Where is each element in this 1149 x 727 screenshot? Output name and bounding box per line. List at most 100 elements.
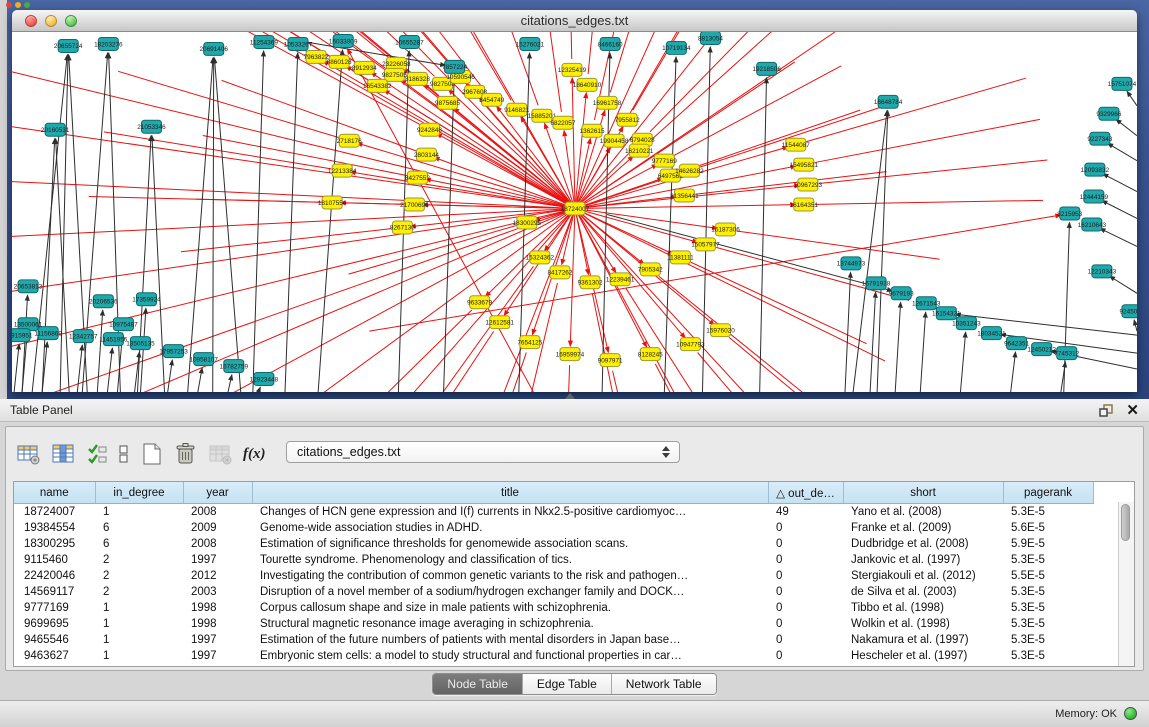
column-header-0[interactable]: name bbox=[14, 482, 95, 504]
app-minimize-button[interactable] bbox=[15, 2, 21, 8]
table-row[interactable]: 969969511998Structural magnetic resonanc… bbox=[14, 616, 1093, 632]
graph-node-label: 8417262 bbox=[547, 270, 572, 277]
graph-edge bbox=[228, 375, 232, 392]
table-row[interactable]: 1830029562008Estimation of significance … bbox=[14, 536, 1093, 552]
graph-node-label: 12612581 bbox=[485, 320, 514, 327]
graph-edge bbox=[42, 139, 55, 392]
graph-node-label: 8186328 bbox=[405, 76, 430, 83]
select-columns-icon[interactable] bbox=[51, 440, 77, 468]
tab-edge-table[interactable]: Edge Table bbox=[523, 674, 612, 694]
graph-edge bbox=[700, 106, 886, 168]
graph-edge bbox=[52, 209, 575, 392]
table-cell: 5.3E-5 bbox=[1003, 552, 1093, 568]
function-builder-icon[interactable]: f(x) bbox=[243, 440, 266, 468]
column-header-3[interactable]: title bbox=[252, 482, 768, 504]
graph-node-label: 20206536 bbox=[89, 299, 118, 306]
graph-node-label: 20655724 bbox=[54, 43, 83, 50]
column-header-5[interactable]: short bbox=[843, 482, 1003, 504]
table-cell: 1 bbox=[95, 632, 183, 648]
table-cell: 6 bbox=[95, 536, 183, 552]
table-row[interactable]: 977716911998Corpus callosum shape and si… bbox=[14, 600, 1093, 616]
table-row[interactable]: 1456911722003Disruption of a novel membe… bbox=[14, 584, 1093, 600]
memory-status-indicator[interactable] bbox=[1124, 707, 1137, 720]
select-stepper-icon bbox=[662, 445, 671, 459]
graph-node-label: 13505135 bbox=[126, 340, 155, 347]
graph-edge bbox=[570, 209, 575, 347]
splitter-handle[interactable] bbox=[565, 393, 575, 399]
import-table-icon[interactable] bbox=[208, 440, 234, 468]
graph-node-label: 15751074 bbox=[1108, 81, 1137, 88]
citation-network-graph[interactable]: 1872400779638228860128891293423226058982… bbox=[12, 32, 1137, 392]
graph-node-label: 18724007 bbox=[561, 206, 590, 213]
table-cell: 5.3E-5 bbox=[1003, 616, 1093, 632]
table-row[interactable]: 2242004622012Investigating the contribut… bbox=[14, 568, 1093, 584]
table-row[interactable]: 1872400712008Changes of HCN gene express… bbox=[14, 504, 1093, 521]
scrollbar-thumb[interactable] bbox=[1121, 504, 1130, 541]
table-cell: 2008 bbox=[183, 504, 252, 521]
graph-node-label: 16543382 bbox=[363, 83, 392, 90]
network-view-window: citations_edges.txt 18724007796382288601… bbox=[12, 10, 1137, 392]
table-cell: 0 bbox=[768, 600, 843, 616]
graph-edge bbox=[575, 32, 714, 209]
graph-node-label: 14626282 bbox=[675, 168, 704, 175]
graph-node-label: 16959974 bbox=[556, 351, 585, 358]
table-cell: Investigating the contribution of common… bbox=[252, 568, 768, 584]
network-window-titlebar[interactable]: citations_edges.txt bbox=[12, 10, 1137, 32]
graph-edge bbox=[1103, 174, 1137, 192]
table-cell: 0 bbox=[768, 584, 843, 600]
app-close-button[interactable] bbox=[6, 2, 12, 8]
graph-node-label: 9679193 bbox=[889, 291, 914, 298]
graph-node-label: 16154321 bbox=[932, 311, 961, 318]
table-cell: Wolkin et al. (1998) bbox=[843, 616, 1003, 632]
node-attribute-table: namein_degreeyeartitle△ out_de…shortpage… bbox=[14, 482, 1094, 664]
table-cell: Genome-wide association studies in ADHD. bbox=[252, 520, 768, 536]
column-visibility-icon[interactable] bbox=[86, 440, 108, 468]
tab-node-table[interactable]: Node Table bbox=[433, 674, 523, 694]
table-row[interactable]: 1938455462009Genome-wide association stu… bbox=[14, 520, 1093, 536]
app-zoom-button[interactable] bbox=[24, 2, 30, 8]
table-row[interactable]: 911546021997Tourette syndrome. Phenomeno… bbox=[14, 552, 1093, 568]
graph-node-label: 8466160 bbox=[598, 41, 623, 48]
column-header-1[interactable]: in_degree bbox=[95, 482, 183, 504]
graph-node-label: 17359924 bbox=[132, 297, 161, 304]
graph-edge bbox=[815, 200, 1043, 204]
column-header-6[interactable]: pagerank bbox=[1003, 482, 1093, 504]
graph-node-label: 7857224 bbox=[442, 64, 467, 71]
row-height-icon[interactable] bbox=[117, 440, 131, 468]
window-title: citations_edges.txt bbox=[12, 13, 1137, 28]
graph-edge bbox=[1100, 228, 1137, 246]
graph-node-label: 20160531 bbox=[41, 127, 70, 134]
table-row[interactable]: 946362711997Embryonic stem cells: a mode… bbox=[14, 648, 1093, 664]
graph-node-label: 12444159 bbox=[1080, 194, 1109, 201]
vertical-scrollbar[interactable] bbox=[1118, 502, 1134, 666]
table-cell: 2 bbox=[95, 584, 183, 600]
graph-edge bbox=[258, 387, 260, 392]
table-cell: 1998 bbox=[183, 616, 252, 632]
graph-edge bbox=[736, 231, 939, 259]
close-panel-icon[interactable]: ✕ bbox=[1126, 403, 1139, 418]
table-cell: 5.3E-5 bbox=[1003, 632, 1093, 648]
graph-edge bbox=[1134, 320, 1137, 331]
graph-node-label: 8427552 bbox=[405, 175, 430, 182]
graph-edge bbox=[960, 332, 965, 392]
table-row[interactable]: 946554611997Estimation of the future num… bbox=[14, 632, 1093, 648]
graph-node-label: 11544087 bbox=[782, 142, 810, 149]
table-cell: 9777169 bbox=[14, 600, 95, 616]
float-panel-icon[interactable] bbox=[1099, 404, 1114, 417]
table-cell: Disruption of a novel member of a sodium… bbox=[252, 584, 768, 600]
status-bar: Memory: OK bbox=[0, 700, 1149, 727]
table-settings-icon[interactable] bbox=[16, 440, 42, 468]
graph-node-label: 9146821 bbox=[504, 107, 529, 114]
delete-table-icon[interactable] bbox=[173, 440, 199, 468]
graph-node-label: 15057977 bbox=[691, 242, 720, 249]
graph-node-label: 9875685 bbox=[435, 100, 460, 107]
graph-node-label: 23226058 bbox=[382, 61, 411, 68]
network-canvas[interactable]: 1872400779638228860128891293423226058982… bbox=[12, 32, 1137, 392]
column-header-2[interactable]: year bbox=[183, 482, 252, 504]
column-header-4[interactable]: △ out_de… bbox=[768, 482, 843, 504]
graph-edge bbox=[895, 302, 900, 392]
new-table-icon[interactable] bbox=[140, 440, 164, 468]
table-select[interactable]: citations_edges.txt bbox=[286, 441, 680, 463]
graph-edge bbox=[674, 66, 841, 156]
tab-network-table[interactable]: Network Table bbox=[612, 674, 716, 694]
